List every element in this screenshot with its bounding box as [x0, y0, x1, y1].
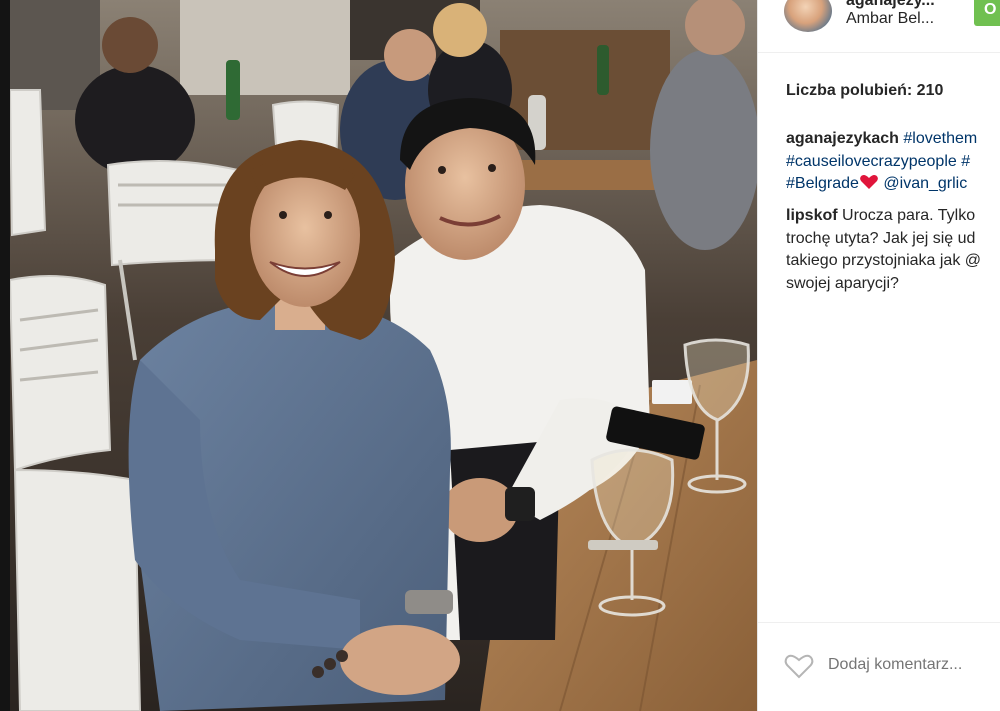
- comment-text: swojej aparycji?: [786, 274, 899, 292]
- instagram-post-view: aganajezy... Ambar Bel... O Liczba polub…: [0, 0, 1000, 711]
- photo-left-edge: [0, 0, 10, 711]
- post-actions: [758, 622, 1000, 711]
- heart-outline-icon[interactable]: [784, 653, 814, 679]
- author-fullname: Ambar Bel...: [846, 10, 935, 27]
- add-comment-input[interactable]: [828, 656, 1000, 674]
- red-heart-emoji-icon: [859, 174, 879, 190]
- comment-text: Urocza para. Tylko: [842, 207, 976, 224]
- avatar[interactable]: [784, 0, 832, 32]
- comment-item: lipskof Urocza para. Tylko trochę utyta?…: [786, 205, 1000, 295]
- likes-count[interactable]: Liczba polubień: 210: [786, 82, 943, 100]
- post-header: aganajezy... Ambar Bel... O: [758, 0, 1000, 53]
- mention-link[interactable]: @ivan_grlic: [883, 175, 967, 192]
- follow-button[interactable]: O: [974, 0, 1000, 26]
- post-photo[interactable]: [0, 0, 757, 711]
- restaurant-photo-illustration: [0, 0, 757, 711]
- comment-username[interactable]: aganajezykach: [786, 130, 899, 147]
- comment-username[interactable]: lipskof: [786, 207, 838, 224]
- hashtag-link[interactable]: #causeilovecrazypeople #: [786, 153, 970, 170]
- hashtag-link[interactable]: #lovethem: [903, 130, 977, 147]
- comment-text: trochę utyta? Jak jej się ud: [786, 229, 976, 247]
- comment-caption: aganajezykach #lovethem #causeilovecrazy…: [786, 128, 1000, 196]
- hashtag-link[interactable]: #Belgrade: [786, 175, 859, 192]
- author-username[interactable]: aganajezy...: [846, 0, 935, 10]
- post-side-panel: aganajezy... Ambar Bel... O Liczba polub…: [757, 0, 1000, 711]
- comment-text: takiego przystojniaka jak @: [786, 252, 981, 269]
